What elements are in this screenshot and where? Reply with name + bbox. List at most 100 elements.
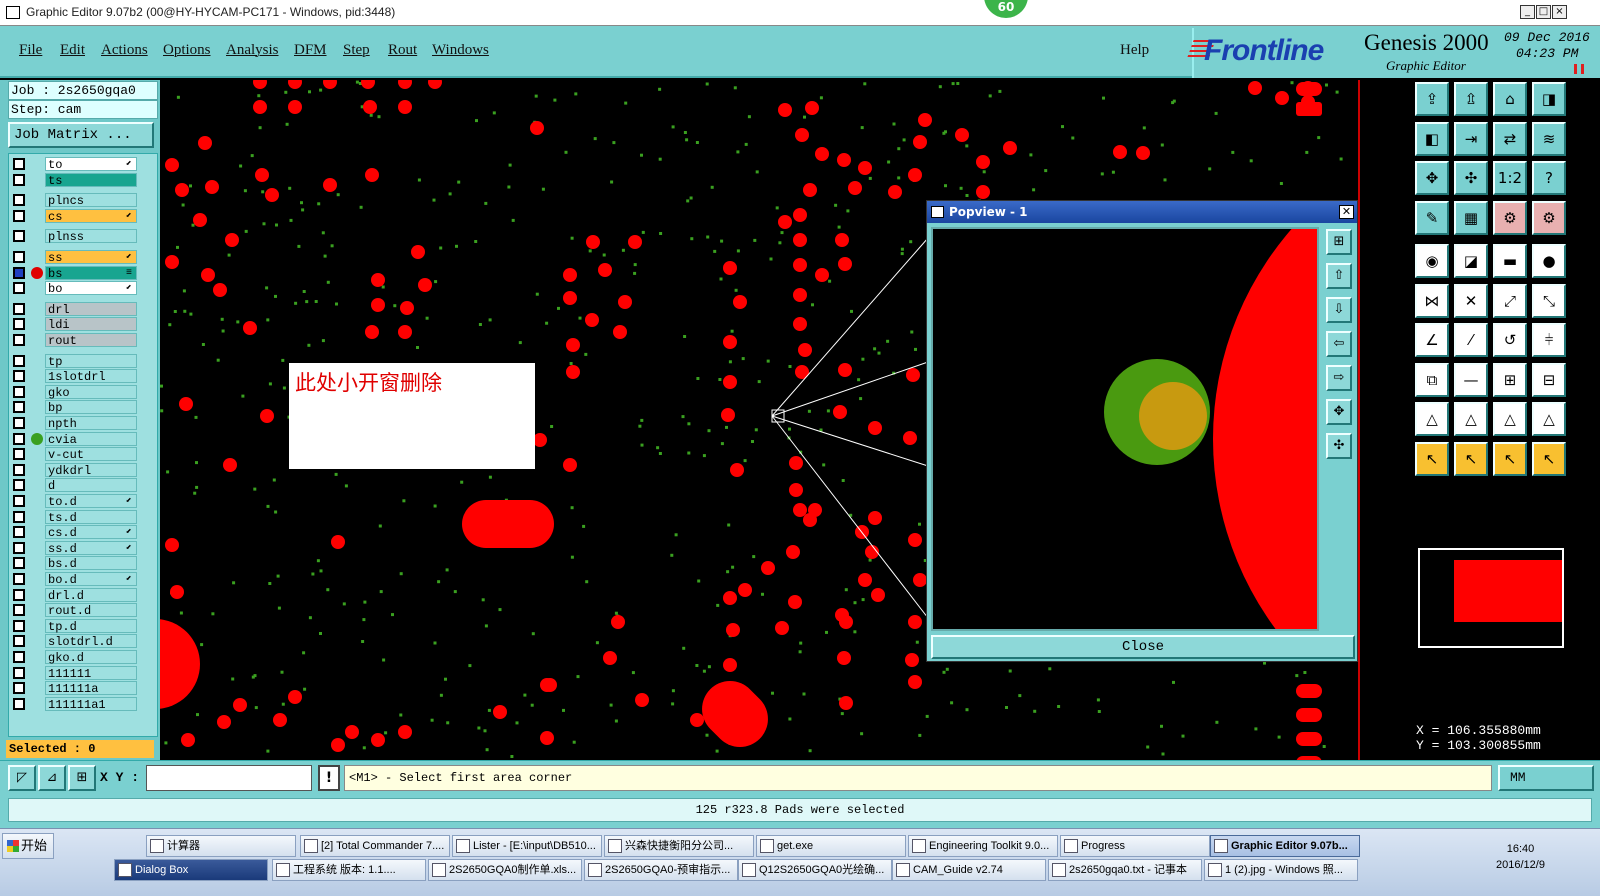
layer-checkbox[interactable]: [13, 682, 25, 695]
popview-close-button[interactable]: Close: [931, 635, 1355, 659]
layer-name[interactable]: ldi: [45, 317, 137, 332]
layer-checkbox[interactable]: [13, 619, 25, 632]
taskbar-button[interactable]: 兴森快捷衡阳分公司...: [604, 835, 754, 857]
popview-canvas[interactable]: [931, 227, 1319, 631]
tool-button-icon[interactable]: ↖: [1415, 441, 1449, 476]
menu-edit[interactable]: Edit: [60, 42, 85, 59]
layer-name[interactable]: tp.d: [45, 618, 137, 634]
tool-button-icon[interactable]: ⇫: [1454, 82, 1488, 116]
layer-row-111111a[interactable]: 111111a: [9, 681, 139, 696]
layer-checkbox[interactable]: [13, 541, 25, 554]
layer-name[interactable]: npth: [45, 416, 137, 431]
layer-checkbox[interactable]: [13, 588, 25, 601]
layer-checkbox[interactable]: [13, 401, 25, 414]
taskbar-button[interactable]: [2] Total Commander 7....: [300, 835, 450, 857]
layer-row-ydkdrl[interactable]: ydkdrl: [9, 462, 139, 478]
tool-button-icon[interactable]: ⋈: [1415, 283, 1449, 318]
layer-row-cs.d[interactable]: cs.d ⬋: [9, 525, 139, 540]
layer-row-to[interactable]: to ⬋: [9, 157, 139, 172]
layer-row-bo[interactable]: bo ⬋: [9, 281, 139, 296]
layer-checkbox[interactable]: [13, 573, 25, 585]
layer-checkbox[interactable]: [13, 635, 25, 648]
layer-row-bo.d[interactable]: bo.d ⬋: [9, 572, 139, 587]
layer-name[interactable]: d: [45, 478, 137, 493]
pan-down-icon[interactable]: ⇩: [1326, 297, 1352, 323]
warning-icon[interactable]: !: [318, 765, 340, 791]
tool-button-icon[interactable]: ⇪: [1415, 82, 1449, 116]
job-matrix-button[interactable]: Job Matrix ...: [8, 122, 154, 148]
layer-row-slotdrl.d[interactable]: slotdrl.d: [9, 634, 139, 649]
taskbar-button[interactable]: 2S2650GQA0-预审指示...: [584, 859, 738, 881]
layer-row-111111[interactable]: 111111: [9, 665, 139, 681]
layer-name[interactable]: drl.d: [45, 587, 137, 603]
layer-row-npth[interactable]: npth: [9, 416, 139, 431]
layer-name[interactable]: 1slotdrl: [45, 369, 137, 384]
tool-button-icon[interactable]: ◧: [1415, 121, 1449, 156]
zoom-fit-icon[interactable]: ⊞: [1326, 229, 1352, 255]
layer-name[interactable]: cs.d ⬋: [45, 525, 137, 540]
layer-checkbox[interactable]: [13, 432, 25, 445]
layer-name[interactable]: ts.d: [45, 509, 137, 525]
units-selector[interactable]: MM: [1498, 765, 1594, 791]
layer-checkbox[interactable]: [13, 385, 25, 398]
measure-icon[interactable]: ⊿: [38, 765, 66, 791]
layer-checkbox[interactable]: [13, 417, 25, 429]
layer-row-tp.d[interactable]: tp.d: [9, 618, 139, 634]
layer-row-111111a1[interactable]: 111111a1: [9, 696, 139, 712]
layer-row-plncs[interactable]: plncs: [9, 193, 139, 208]
layer-name[interactable]: ss ⬋: [45, 250, 137, 265]
taskbar-button[interactable]: 2S2650GQA0制作单.xls...: [428, 859, 582, 881]
tool-button-icon[interactable]: ↖: [1454, 441, 1488, 476]
snap-icon[interactable]: ◸: [8, 765, 36, 791]
layer-row-drl[interactable]: drl: [9, 301, 139, 317]
layer-row-rout.d[interactable]: rout.d: [9, 603, 139, 618]
taskbar-button[interactable]: CAM_Guide v2.74: [892, 859, 1046, 881]
taskbar-button[interactable]: 2s2650gqa0.txt - 记事本: [1048, 859, 1202, 881]
tool-button-icon[interactable]: ∠: [1415, 323, 1449, 357]
layer-checkbox[interactable]: [13, 302, 25, 315]
layer-name[interactable]: bo ⬋: [45, 281, 137, 296]
layer-checkbox[interactable]: [13, 448, 25, 461]
layer-row-to.d[interactable]: to.d ⬋: [9, 494, 139, 509]
taskbar-button[interactable]: Progress: [1060, 835, 1210, 857]
layer-name[interactable]: bs.d: [45, 556, 137, 571]
tool-button-icon[interactable]: △: [1415, 402, 1449, 436]
layer-checkbox[interactable]: [13, 251, 25, 263]
layer-checkbox[interactable]: [13, 697, 25, 710]
tool-button-icon[interactable]: ◨: [1532, 82, 1566, 116]
layer-row-plnss[interactable]: plnss: [9, 229, 139, 244]
taskbar-button[interactable]: Engineering Toolkit 9.0...: [908, 835, 1058, 857]
layer-name[interactable]: rout.d: [45, 603, 137, 618]
layer-checkbox[interactable]: [13, 479, 25, 492]
zoom-in-icon[interactable]: ✥: [1326, 399, 1352, 425]
layer-name[interactable]: rout: [45, 333, 137, 348]
layer-row-cvia[interactable]: cvia: [9, 431, 139, 447]
layer-name[interactable]: gko: [45, 384, 137, 400]
taskbar-button[interactable]: Dialog Box: [114, 859, 268, 881]
mini-map[interactable]: [1418, 548, 1564, 648]
popview-close-icon[interactable]: ✕: [1339, 205, 1354, 219]
tool-button-icon[interactable]: ⊞: [1493, 362, 1527, 397]
layer-checkbox[interactable]: [13, 354, 25, 367]
layer-row-gko.d[interactable]: gko.d: [9, 650, 139, 665]
layer-checkbox[interactable]: [13, 158, 25, 170]
layer-name[interactable]: plnss: [45, 229, 137, 244]
layer-row-ts[interactable]: ts: [9, 172, 139, 188]
layer-checkbox[interactable]: [13, 666, 25, 679]
tool-button-icon[interactable]: ⧉: [1415, 362, 1449, 397]
layer-row-cs[interactable]: cs ⬋: [9, 208, 139, 224]
layer-name[interactable]: plncs: [45, 193, 137, 208]
taskbar-button[interactable]: 工程系统 版本: 1.1....: [272, 859, 426, 881]
layer-row-gko[interactable]: gko: [9, 384, 139, 400]
tool-button-icon[interactable]: ⚙: [1493, 200, 1527, 235]
layer-name[interactable]: cvia: [45, 431, 137, 447]
tool-button-icon[interactable]: ▦: [1454, 200, 1488, 235]
tool-button-icon[interactable]: ◪: [1454, 244, 1488, 278]
taskbar-button[interactable]: Lister - [E:\input\DB510...: [452, 835, 602, 857]
layer-name[interactable]: 111111a1: [45, 696, 137, 712]
grid-icon[interactable]: ⊞: [68, 765, 96, 791]
layer-checkbox[interactable]: [13, 282, 25, 295]
tool-button-icon[interactable]: ≋: [1532, 121, 1566, 156]
layer-name[interactable]: bo.d ⬋: [45, 572, 137, 587]
layer-name[interactable]: gko.d: [45, 650, 137, 665]
